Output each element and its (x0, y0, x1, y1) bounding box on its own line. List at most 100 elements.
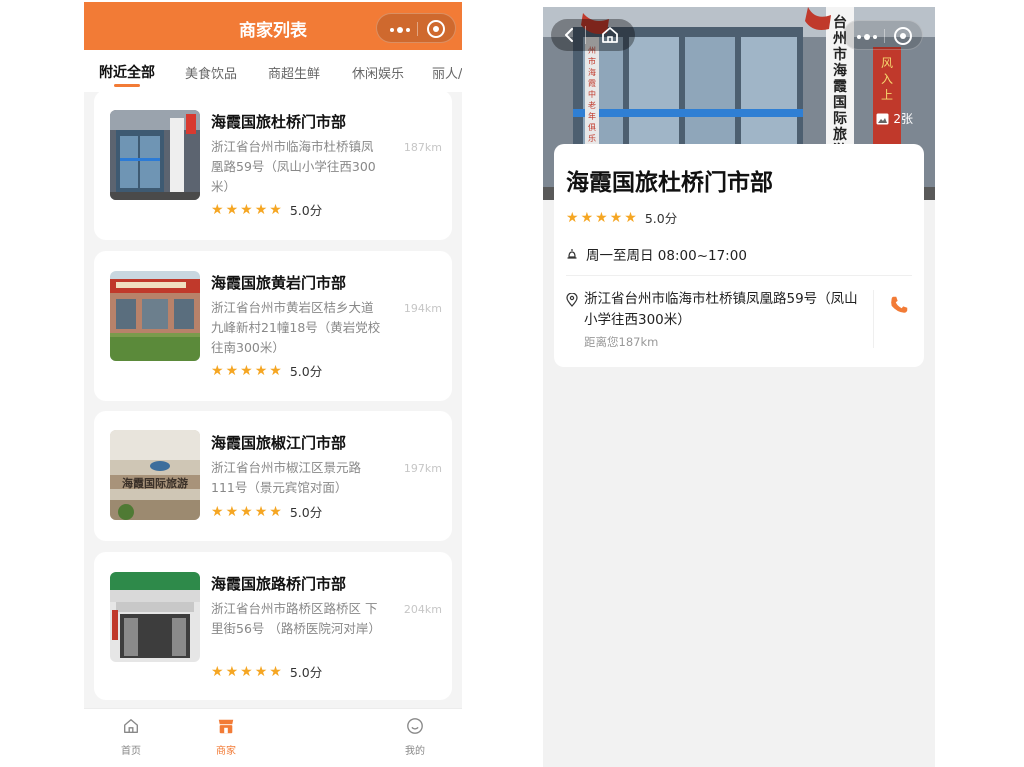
vertical-divider (873, 290, 874, 348)
close-mini-program-icon[interactable] (894, 27, 912, 45)
pill-divider (585, 26, 586, 44)
tab-food-drinks[interactable]: 美食饮品 (185, 63, 237, 82)
store-name: 海霞国旅杜桥门市部 (211, 113, 347, 131)
store-thumbnail (110, 572, 200, 662)
tab-shop[interactable]: 商家 (201, 717, 251, 757)
profile-icon (407, 718, 423, 734)
store-card[interactable]: 海霞国旅路桥门市部 浙江省台州市路桥区路桥区 下里街56号 （路桥医院河对岸） … (94, 552, 452, 700)
store-score: 5.0分 (289, 364, 323, 379)
store-card[interactable]: 海霞国旅黄岩门市部 浙江省台州市黄岩区桔乡大道九峰新村21幢18号（黄岩党校往南… (94, 251, 452, 401)
bell-icon (567, 249, 577, 259)
nav-pill (551, 19, 635, 51)
star-icon: ★ (269, 663, 282, 680)
store-detail-card: 海霞国旅杜桥门市部 ★ ★ ★ ★ ★ 5.0分 周一至周日 08:00~17:00 浙… (554, 144, 924, 367)
store-rating: ★ ★ ★ ★ ★ 5.0分 (211, 200, 322, 219)
star-icon: ★ (609, 209, 623, 226)
star-icon: ★ (254, 201, 268, 218)
more-icon[interactable] (390, 27, 410, 33)
star-icon: ★ (225, 201, 239, 218)
store-thumbnail: 海霞国际旅游 (110, 430, 200, 520)
star-icon: ★ (254, 362, 268, 379)
capsule-divider (884, 29, 885, 43)
store-thumbnail (110, 110, 200, 200)
bottom-tabbar: 首页 商家 我的 (84, 708, 462, 767)
star-icon: ★ (225, 503, 239, 520)
store-score: 5.0分 (289, 203, 323, 218)
address-row[interactable]: 浙江省台州市临海市杜桥镇凤凰路59号（凤山小学往西300米） 距离您187km (566, 289, 866, 350)
store-rating: ★ ★ ★ ★ ★ 5.0分 (211, 502, 322, 521)
store-detail-screen: 州市海霞中老年俱乐部 台州市海霞国际旅游有 风入上 (543, 7, 935, 767)
star-icon: ★ (580, 209, 594, 226)
star-icon: ★ (240, 362, 253, 379)
store-thumbnail (110, 271, 200, 361)
star-icon: ★ (211, 503, 224, 520)
store-rating: ★ ★ ★ ★ ★ 5.0分 (211, 361, 322, 380)
store-name: 海霞国旅黄岩门市部 (211, 274, 347, 292)
mini-program-capsule (843, 20, 923, 50)
star-icon: ★ (211, 201, 224, 218)
tab-leisure-entertainment[interactable]: 休闲娱乐 (352, 63, 404, 82)
star-icon: ★ (254, 663, 268, 680)
store-distance: 204km (403, 603, 442, 616)
store-distance: 187km (403, 141, 442, 154)
category-tabs: 附近全部 美食饮品 商超生鲜 休闲娱乐 丽人/ (84, 50, 462, 92)
star-icon: ★ (211, 663, 224, 680)
location-pin-icon (566, 293, 578, 307)
store-wall-lettering: 海霞国际旅游 (122, 476, 188, 490)
business-hours-text: 周一至周日 08:00~17:00 (586, 248, 747, 264)
star-icon: ★ (225, 362, 239, 379)
star-icon: ★ (225, 663, 239, 680)
store-score: 5.0分 (289, 665, 323, 680)
store-rating: ★ ★ ★ ★ ★ 5.0分 (211, 662, 322, 681)
home-icon (124, 719, 138, 733)
tab-profile-label: 我的 (405, 746, 425, 757)
tab-beauty[interactable]: 丽人/ (432, 63, 462, 82)
business-hours: 周一至周日 08:00~17:00 (566, 244, 747, 264)
photo-count-text: 2张 (893, 112, 913, 126)
store-distance: 197km (403, 462, 442, 475)
store-name: 海霞国旅椒江门市部 (211, 434, 347, 452)
star-icon: ★ (211, 362, 224, 379)
phone-icon[interactable] (888, 294, 910, 316)
more-icon[interactable] (857, 34, 877, 40)
star-icon: ★ (624, 209, 637, 226)
store-card[interactable]: 海霞国际旅游 海霞国旅椒江门市部 浙江省台州市椒江区景元路111号（景元宾馆对面… (94, 411, 452, 541)
tab-supermarket-fresh[interactable]: 商超生鲜 (268, 63, 320, 82)
home-icon[interactable] (600, 26, 620, 44)
tab-home[interactable]: 首页 (106, 717, 156, 757)
store-list-screen: 商家列表 附近全部 美食饮品 商超生鲜 休闲娱乐 丽人/ 海霞国旅杜桥门市部 浙… (84, 2, 462, 767)
store-distance: 194km (403, 302, 442, 315)
tab-shop-label: 商家 (216, 746, 236, 757)
tab-profile[interactable]: 我的 (390, 717, 440, 757)
star-icon: ★ (566, 209, 579, 226)
store-address: 浙江省台州市路桥区路桥区 下里街56号 （路桥医院河对岸） (211, 601, 381, 636)
star-icon: ★ (595, 209, 608, 226)
photo-count-badge[interactable]: 2张 (876, 110, 913, 127)
store-address: 浙江省台州市临海市杜桥镇凤凰路59号（凤山小学往西300米） (584, 291, 858, 328)
image-icon (876, 113, 889, 124)
star-icon: ★ (254, 503, 268, 520)
store-address: 浙江省台州市椒江区景元路111号（景元宾馆对面） (211, 460, 362, 495)
back-arrow-icon[interactable] (563, 28, 575, 42)
store-score: 5.0分 (644, 211, 678, 226)
store-distance: 距离您187km (584, 335, 659, 349)
capsule-divider (417, 22, 418, 36)
nav-bar: 商家列表 (84, 2, 462, 50)
star-icon: ★ (240, 201, 253, 218)
store-card[interactable]: 海霞国旅杜桥门市部 浙江省台州市临海市杜桥镇凤凰路59号（凤山小学往西300米）… (94, 90, 452, 240)
active-tab-indicator (114, 84, 140, 87)
store-rating: ★ ★ ★ ★ ★ 5.0分 (566, 208, 677, 227)
mini-program-capsule (376, 13, 456, 43)
star-icon: ★ (269, 201, 282, 218)
tab-nearby-all[interactable]: 附近全部 (99, 62, 155, 82)
store-address: 浙江省台州市临海市杜桥镇凤凰路59号（凤山小学往西300米） (211, 139, 376, 194)
red-couplet-lettering: 风入上 (881, 56, 893, 102)
store-name: 海霞国旅路桥门市部 (211, 575, 347, 593)
star-icon: ★ (269, 362, 282, 379)
star-icon: ★ (240, 663, 253, 680)
star-icon: ★ (269, 503, 282, 520)
store-title: 海霞国旅杜桥门市部 (566, 170, 773, 196)
tab-home-label: 首页 (121, 746, 141, 757)
star-icon: ★ (240, 503, 253, 520)
close-mini-program-icon[interactable] (427, 20, 445, 38)
